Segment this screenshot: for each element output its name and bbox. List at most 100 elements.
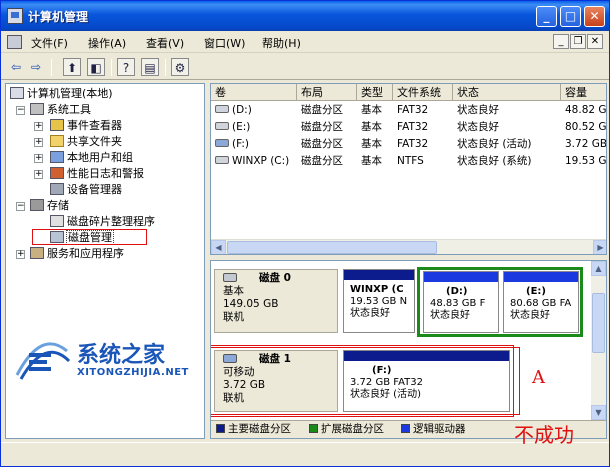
scroll-right-icon[interactable]: ▶ — [593, 240, 606, 254]
logical-drive-bar — [424, 272, 498, 282]
drive-icon — [215, 105, 229, 113]
mdi-restore-button[interactable]: ❐ — [570, 34, 586, 49]
tree-item-label: 本地用户和组 — [67, 151, 133, 164]
menu-help[interactable]: 帮助(H) — [262, 35, 301, 51]
up-level-icon[interactable]: ⬆ — [63, 58, 81, 76]
partition-c[interactable]: WINXP (C 19.53 GB N 状态良好 — [343, 269, 415, 333]
volume-name-cell: (D:) — [211, 102, 297, 119]
table-row[interactable]: WINXP (C:) 磁盘分区 基本 NTFS 状态良好 (系统) 19.53 … — [211, 153, 606, 170]
drive-icon — [215, 122, 229, 130]
tree-item-event-viewer[interactable]: 事件查看器 — [50, 118, 122, 134]
table-row[interactable]: (D:) 磁盘分区 基本 FAT32 状态良好 48.82 GB — [211, 102, 606, 119]
toolbar: ⇦ ⇨ ⬆ ◧ ? ▤ ⚙ — [1, 54, 609, 80]
partition-name: (D:) — [446, 286, 468, 297]
menu-file[interactable]: 文件(F) — [31, 35, 68, 51]
back-arrow-icon[interactable]: ⇦ — [7, 58, 25, 76]
menu-action[interactable]: 操作(A) — [88, 35, 126, 51]
highlight-box-disk-management — [32, 229, 147, 245]
tree-item-local-users[interactable]: 本地用户和组 — [50, 150, 133, 166]
volume-list[interactable]: 卷 布局 类型 文件系统 状态 容量 (D:) 磁盘分区 基本 FAT32 状态… — [210, 83, 607, 255]
disk-state: 联机 — [223, 311, 244, 323]
filesystem-cell: FAT32 — [397, 104, 429, 116]
column-header-layout[interactable]: 布局 — [297, 84, 357, 101]
status-cell: 状态良好 (系统) — [457, 155, 532, 167]
title-bar[interactable]: 计算机管理 _ □ ✕ — [1, 1, 609, 31]
performance-log-icon — [50, 167, 64, 179]
partition-size: 48.83 GB F — [430, 298, 486, 309]
legend-primary: 主要磁盘分区 — [216, 421, 291, 438]
partition-d[interactable]: (D:) 48.83 GB F 状态良好 — [423, 271, 499, 333]
disk-graphical-view[interactable]: 磁盘 0 基本 149.05 GB 联机 WINXP (C 19.53 GB N… — [210, 260, 607, 439]
tree-item-system-tools[interactable]: 系统工具 — [30, 102, 91, 118]
scroll-thumb[interactable] — [592, 293, 605, 353]
legend-extended: 扩展磁盘分区 — [309, 421, 384, 438]
primary-partition-bar — [344, 270, 414, 280]
disk-name: 磁盘 0 — [259, 272, 291, 284]
scroll-thumb[interactable] — [227, 241, 437, 254]
column-header-capacity[interactable]: 容量 — [561, 84, 606, 101]
tree-root[interactable]: 计算机管理(本地) — [10, 86, 113, 102]
disk-0-label[interactable]: 磁盘 0 基本 149.05 GB 联机 — [214, 269, 338, 333]
table-row[interactable]: (F:) 磁盘分区 基本 FAT32 状态良好 (活动) 3.72 GB — [211, 136, 606, 153]
horizontal-scrollbar[interactable]: ◀ ▶ — [211, 239, 606, 254]
scroll-left-icon[interactable]: ◀ — [211, 240, 226, 254]
tree-item-services[interactable]: 服务和应用程序 — [30, 246, 124, 262]
disk-size: 149.05 GB — [223, 298, 279, 310]
help-icon[interactable]: ? — [117, 58, 135, 76]
computer-management-window: 计算机管理 _ □ ✕ 文件(F) 操作(A) 查看(V) 窗口(W) 帮助(H… — [0, 0, 610, 467]
partition-status: 状态良好 — [430, 310, 470, 321]
details-view-icon[interactable]: ▤ — [141, 58, 159, 76]
tree-item-storage[interactable]: 存储 — [30, 198, 69, 214]
column-header-volume[interactable]: 卷 — [211, 84, 297, 101]
properties-icon[interactable]: ⚙ — [171, 58, 189, 76]
expand-event-viewer[interactable]: + — [34, 122, 43, 131]
partition-e[interactable]: (E:) 80.68 GB FA 状态良好 — [503, 271, 579, 333]
tree-item-label: 性能日志和警报 — [67, 167, 144, 180]
tree-item-device-manager[interactable]: 设备管理器 — [50, 182, 122, 198]
capacity-cell: 80.52 GB — [565, 121, 607, 133]
expand-perf-logs[interactable]: + — [34, 170, 43, 179]
table-row[interactable]: (E:) 磁盘分区 基本 FAT32 状态良好 80.52 GB — [211, 119, 607, 136]
partition-status: 状态良好 — [350, 308, 390, 319]
toolbar-separator — [111, 59, 112, 76]
removable-drive-icon — [215, 139, 229, 147]
show-hide-tree-icon[interactable]: ◧ — [87, 58, 105, 76]
minimize-button[interactable]: _ — [536, 6, 557, 27]
vertical-scrollbar[interactable]: ▲ ▼ — [591, 261, 606, 438]
collapse-system-tools[interactable]: − — [16, 106, 25, 115]
tree-item-label: 系统工具 — [47, 103, 91, 116]
maximize-button[interactable]: □ — [560, 6, 581, 27]
tree-item-perf-logs[interactable]: 性能日志和警报 — [50, 166, 144, 182]
collapse-storage[interactable]: − — [16, 202, 25, 211]
type-cell: 基本 — [361, 138, 382, 150]
close-button[interactable]: ✕ — [584, 6, 605, 27]
menu-view[interactable]: 查看(V) — [146, 35, 184, 51]
expand-shared-folders[interactable]: + — [34, 138, 43, 147]
partition-size: 19.53 GB N — [350, 296, 408, 307]
mdi-minimize-button[interactable]: _ — [553, 34, 569, 49]
layout-cell: 磁盘分区 — [301, 104, 343, 116]
tree-item-shared-folders[interactable]: 共享文件夹 — [50, 134, 122, 150]
app-menu-icon[interactable] — [7, 35, 22, 49]
layout-cell: 磁盘分区 — [301, 121, 343, 133]
scroll-down-icon[interactable]: ▼ — [591, 405, 606, 420]
system-tools-icon — [30, 103, 44, 115]
forward-arrow-icon[interactable]: ⇨ — [27, 58, 45, 76]
expand-local-users[interactable]: + — [34, 154, 43, 163]
mdi-close-button[interactable]: ✕ — [587, 34, 603, 49]
annotation-marker-a: A — [532, 367, 545, 388]
layout-cell: 磁盘分区 — [301, 138, 343, 150]
scroll-up-icon[interactable]: ▲ — [591, 261, 606, 276]
disk-type: 基本 — [223, 285, 244, 297]
menu-window[interactable]: 窗口(W) — [204, 35, 245, 51]
tree-item-defrag[interactable]: 磁盘碎片整理程序 — [50, 214, 155, 230]
watermark: 系统之家 XITONGZHIJIA.NET — [11, 335, 206, 387]
column-header-filesystem[interactable]: 文件系统 — [393, 84, 453, 101]
expand-services[interactable]: + — [16, 250, 25, 259]
watermark-logo-icon — [15, 342, 71, 380]
disk-icon — [223, 273, 237, 282]
column-header-status[interactable]: 状态 — [453, 84, 561, 101]
column-header-type[interactable]: 类型 — [357, 84, 393, 101]
filesystem-cell: FAT32 — [397, 138, 429, 150]
filesystem-cell: FAT32 — [397, 121, 429, 133]
